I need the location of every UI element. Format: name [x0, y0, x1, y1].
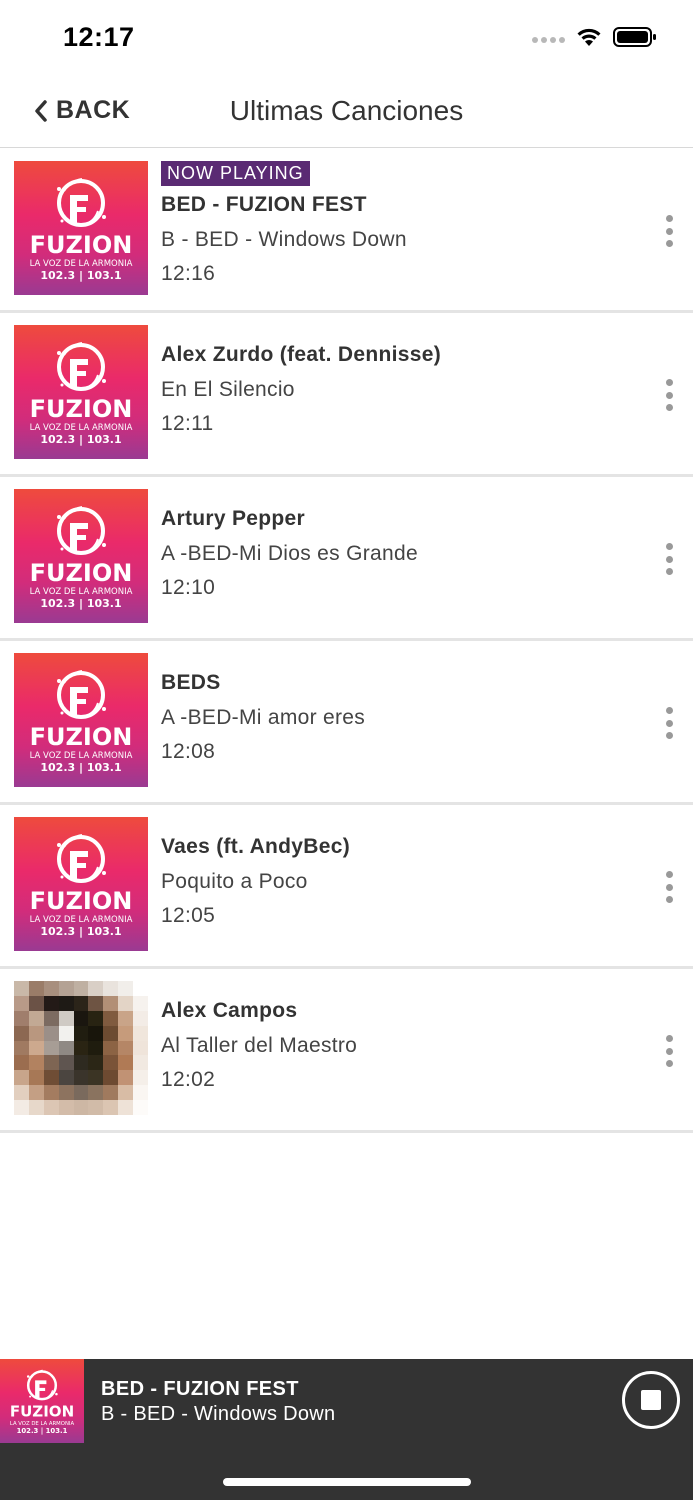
more-options-icon[interactable]	[663, 871, 675, 903]
song-time: 12:11	[161, 412, 214, 435]
song-row[interactable]: FUZION LA VOZ DE LA ARMONIA 102.3 | 103.…	[0, 313, 693, 477]
more-options-icon[interactable]	[663, 379, 675, 411]
fuzion-logo: FUZION LA VOZ DE LA ARMONIA 102.3 | 103.…	[14, 817, 148, 951]
mini-player-artwork: FUZION LA VOZ DE LA ARMONIA 102.3 | 103.…	[0, 1359, 84, 1443]
stop-icon	[641, 1390, 661, 1410]
svg-text:LA VOZ DE LA ARMONIA: LA VOZ DE LA ARMONIA	[30, 751, 133, 761]
svg-text:102.3 | 103.1: 102.3 | 103.1	[40, 433, 121, 446]
now-playing-badge: NOW PLAYING	[161, 161, 310, 186]
song-title: En El Silencio	[161, 378, 295, 401]
svg-text:102.3 | 103.1: 102.3 | 103.1	[40, 597, 121, 610]
song-artist: Alex Zurdo (feat. Dennisse)	[161, 343, 441, 366]
song-time: 12:02	[161, 1068, 216, 1091]
svg-text:102.3 | 103.1: 102.3 | 103.1	[40, 925, 121, 938]
song-row[interactable]: FUZION LA VOZ DE LA ARMONIA 102.3 | 103.…	[0, 149, 693, 313]
song-title: B - BED - Windows Down	[161, 228, 407, 251]
fuzion-logo: FUZION LA VOZ DE LA ARMONIA 102.3 | 103.…	[14, 325, 148, 459]
song-row[interactable]: FUZION LA VOZ DE LA ARMONIA 102.3 | 103.…	[0, 477, 693, 641]
song-artist: Alex Campos	[161, 999, 298, 1022]
svg-text:FUZION: FUZION	[30, 395, 133, 423]
status-bar: 12:17	[0, 0, 693, 76]
more-options-icon[interactable]	[663, 1035, 675, 1067]
fuzion-logo: FUZION LA VOZ DE LA ARMONIA 102.3 | 103.…	[14, 653, 148, 787]
song-artwork: FUZION LA VOZ DE LA ARMONIA 102.3 | 103.…	[14, 817, 148, 951]
song-time: 12:08	[161, 740, 216, 763]
home-indicator[interactable]	[223, 1478, 471, 1486]
svg-text:FUZION: FUZION	[30, 887, 133, 915]
svg-text:102.3 | 103.1: 102.3 | 103.1	[40, 269, 121, 282]
status-icons	[532, 26, 657, 48]
mini-player[interactable]: FUZION LA VOZ DE LA ARMONIA 102.3 | 103.…	[0, 1359, 693, 1500]
song-time: 12:16	[161, 262, 216, 285]
status-time: 12:17	[63, 22, 135, 52]
song-time: 12:05	[161, 904, 216, 927]
svg-text:LA VOZ DE LA ARMONIA: LA VOZ DE LA ARMONIA	[10, 1421, 75, 1427]
svg-text:FUZION: FUZION	[10, 1403, 74, 1421]
album-photo	[14, 981, 148, 1115]
stop-button[interactable]	[622, 1371, 680, 1429]
more-options-icon[interactable]	[663, 707, 675, 739]
svg-text:FUZION: FUZION	[30, 723, 133, 751]
song-artwork: FUZION LA VOZ DE LA ARMONIA 102.3 | 103.…	[14, 161, 148, 295]
more-options-icon[interactable]	[663, 543, 675, 575]
mini-player-artist: BED - FUZION FEST	[101, 1378, 299, 1400]
song-row[interactable]: FUZION LA VOZ DE LA ARMONIA 102.3 | 103.…	[0, 641, 693, 805]
song-time: 12:10	[161, 576, 216, 599]
song-artwork: FUZION LA VOZ DE LA ARMONIA 102.3 | 103.…	[14, 489, 148, 623]
song-artwork	[14, 981, 148, 1115]
svg-text:LA VOZ DE LA ARMONIA: LA VOZ DE LA ARMONIA	[30, 587, 133, 597]
svg-text:LA VOZ DE LA ARMONIA: LA VOZ DE LA ARMONIA	[30, 259, 133, 269]
song-row[interactable]: Alex Campos Al Taller del Maestro 12:02	[0, 969, 693, 1133]
song-artist: Vaes (ft. AndyBec)	[161, 835, 351, 858]
more-options-icon[interactable]	[663, 215, 675, 247]
svg-text:LA VOZ DE LA ARMONIA: LA VOZ DE LA ARMONIA	[30, 915, 133, 925]
svg-text:FUZION: FUZION	[30, 559, 133, 587]
song-list: FUZION LA VOZ DE LA ARMONIA 102.3 | 103.…	[0, 149, 693, 1133]
svg-text:FUZION: FUZION	[30, 231, 133, 259]
fuzion-logo: FUZION LA VOZ DE LA ARMONIA 102.3 | 103.…	[14, 161, 148, 295]
song-artist: BEDS	[161, 671, 221, 694]
cellular-signal-icon	[532, 37, 565, 43]
page-title: Ultimas Canciones	[229, 95, 464, 126]
song-title: A -BED-Mi Dios es Grande	[161, 542, 418, 565]
mini-player-title: B - BED - Windows Down	[101, 1403, 336, 1425]
battery-icon	[613, 27, 656, 47]
navigation-bar: BACK Ultimas Canciones	[0, 76, 693, 148]
svg-text:102.3 | 103.1: 102.3 | 103.1	[17, 1427, 68, 1436]
song-title: Poquito a Poco	[161, 870, 308, 893]
fuzion-logo: FUZION LA VOZ DE LA ARMONIA 102.3 | 103.…	[0, 1359, 84, 1443]
svg-text:102.3 | 103.1: 102.3 | 103.1	[40, 761, 121, 774]
song-artwork: FUZION LA VOZ DE LA ARMONIA 102.3 | 103.…	[14, 653, 148, 787]
fuzion-logo: FUZION LA VOZ DE LA ARMONIA 102.3 | 103.…	[14, 489, 148, 623]
wifi-icon	[577, 28, 601, 46]
svg-text:LA VOZ DE LA ARMONIA: LA VOZ DE LA ARMONIA	[30, 423, 133, 433]
song-row[interactable]: FUZION LA VOZ DE LA ARMONIA 102.3 | 103.…	[0, 805, 693, 969]
song-title: A -BED-Mi amor eres	[161, 706, 366, 729]
song-artwork: FUZION LA VOZ DE LA ARMONIA 102.3 | 103.…	[14, 325, 148, 459]
song-artist: BED - FUZION FEST	[161, 193, 367, 216]
song-artist: Artury Pepper	[161, 507, 305, 530]
song-title: Al Taller del Maestro	[161, 1034, 358, 1057]
